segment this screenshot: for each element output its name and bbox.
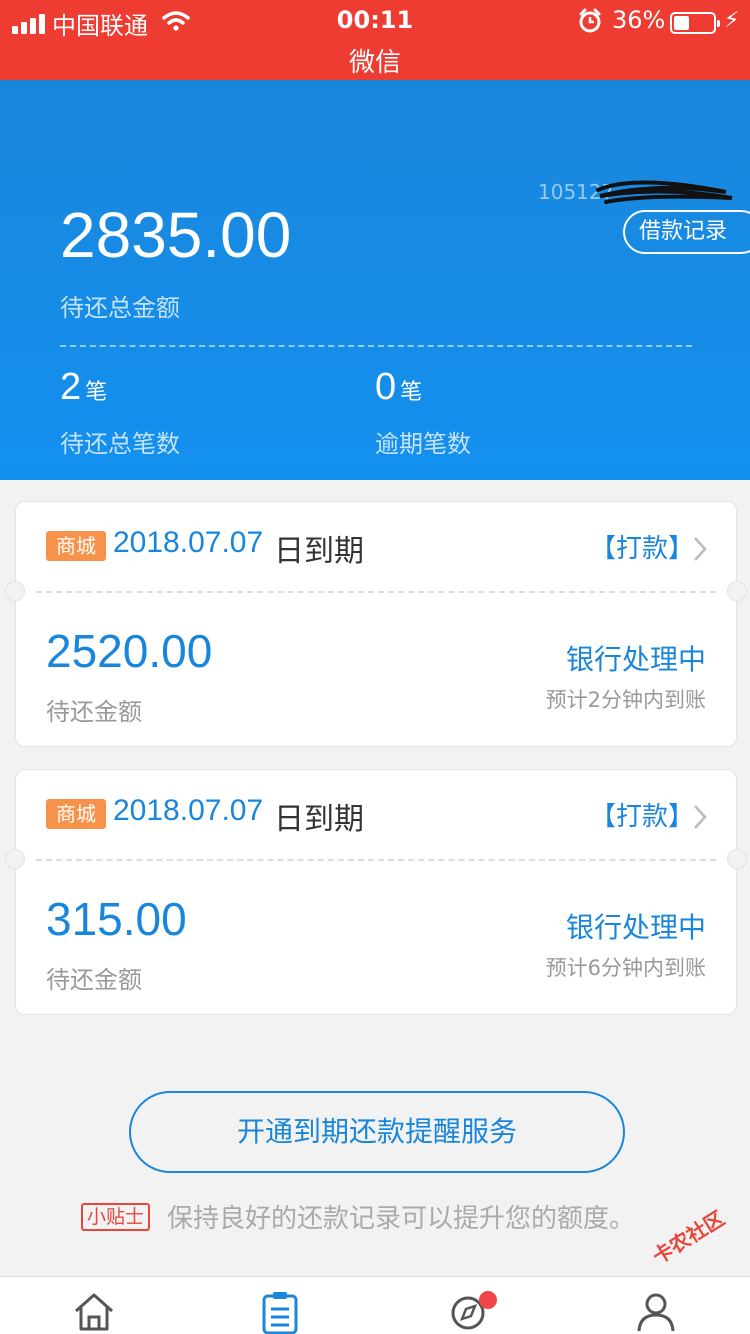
watermark: 卡农社区 xyxy=(648,1205,729,1269)
loan-card[interactable]: 商城 2018.07.07 日到期 【打款】 315.00 待还金额 银行处理中… xyxy=(5,769,747,1015)
due-date: 2018.07.07 xyxy=(113,526,264,559)
pending-count-label: 待还总笔数 xyxy=(60,430,180,458)
payment-link[interactable]: 【打款】 xyxy=(590,528,694,565)
due-suffix: 日到期 xyxy=(274,534,364,569)
loan-status: 银行处理中 xyxy=(565,643,706,676)
alarm-icon xyxy=(578,8,602,38)
overdue-count-label: 逾期笔数 xyxy=(375,430,471,458)
loan-amount-label: 待还金额 xyxy=(46,698,142,726)
charging-icon: ⚡ xyxy=(724,8,740,33)
due-suffix: 日到期 xyxy=(274,802,364,837)
total-outstanding-label: 待还总金额 xyxy=(60,294,180,322)
loan-records-button[interactable]: 借款记录 xyxy=(623,210,750,254)
orders-icon[interactable] xyxy=(261,1291,299,1334)
mall-tag: 商城 xyxy=(46,531,106,561)
home-icon[interactable] xyxy=(72,1291,116,1334)
tab-bar xyxy=(0,1276,750,1334)
loan-amount: 315.00 xyxy=(46,893,187,945)
tip-text: 保持良好的还款记录可以提升您的额度。 xyxy=(167,1204,636,1234)
battery-icon xyxy=(670,12,720,34)
arrival-estimate: 预计6分钟内到账 xyxy=(545,956,706,980)
notification-dot xyxy=(479,1291,497,1309)
status-bar: 中国联通 00:11 36% ⚡ 微信 xyxy=(0,0,750,80)
arrival-estimate: 预计2分钟内到账 xyxy=(545,688,706,712)
profile-icon[interactable] xyxy=(636,1291,676,1334)
enable-reminder-button[interactable]: 开通到期还款提醒服务 xyxy=(129,1091,625,1173)
mall-tag: 商城 xyxy=(46,799,106,829)
summary-header: 105127 借款记录 2835.00 待还总金额 2笔 待还总笔数 0笔 逾期… xyxy=(0,80,750,480)
overdue-count: 0 xyxy=(375,366,397,408)
pending-count-stat: 2笔 待还总笔数 xyxy=(60,366,180,458)
card-divider xyxy=(36,591,716,593)
overdue-count-stat: 0笔 逾期笔数 xyxy=(375,366,471,458)
total-outstanding-amount: 2835.00 xyxy=(60,199,292,271)
overdue-unit: 笔 xyxy=(400,380,423,405)
pending-unit: 笔 xyxy=(85,380,108,405)
pending-count: 2 xyxy=(60,366,82,408)
loan-card[interactable]: 商城 2018.07.07 日到期 【打款】 2520.00 待还金额 银行处理… xyxy=(5,501,747,747)
battery-percent: 36% xyxy=(612,6,666,34)
app-title: 微信 xyxy=(348,48,401,78)
loan-amount: 2520.00 xyxy=(46,625,213,677)
divider xyxy=(60,345,692,347)
chevron-right-icon[interactable] xyxy=(692,804,708,834)
tip-tag: 小贴士 xyxy=(81,1203,151,1231)
chevron-right-icon[interactable] xyxy=(692,536,708,566)
card-divider xyxy=(36,859,716,861)
loan-status: 银行处理中 xyxy=(565,911,706,944)
payment-link[interactable]: 【打款】 xyxy=(590,796,694,833)
loan-amount-label: 待还金额 xyxy=(46,966,142,994)
due-date: 2018.07.07 xyxy=(113,794,264,827)
